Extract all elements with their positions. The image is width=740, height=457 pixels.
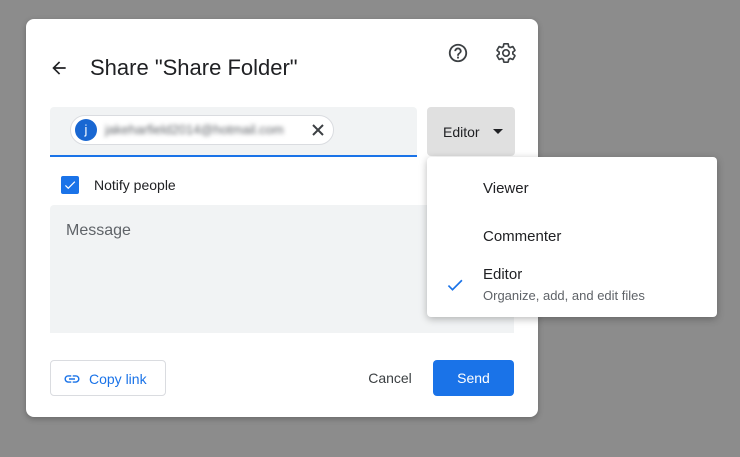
role-select-value: Editor (443, 124, 480, 140)
menu-item-label: Viewer (483, 180, 529, 197)
cancel-button[interactable]: Cancel (358, 360, 422, 396)
menu-item-description: Organize, add, and edit files (483, 288, 645, 303)
caret-down-icon (493, 129, 503, 134)
menu-item-label: Commenter (483, 228, 562, 245)
back-button[interactable] (46, 55, 72, 81)
close-icon (312, 124, 324, 136)
menu-item-label: Editor (483, 266, 523, 283)
remove-recipient-button[interactable] (309, 121, 327, 139)
recipient-input[interactable]: j jakeharfield2014@hotmail.com (50, 107, 417, 157)
dialog-title: Share "Share Folder" (90, 55, 298, 80)
check-icon (447, 279, 463, 291)
role-menu: Viewer Commenter Editor Organize, add, a… (427, 157, 717, 317)
arrow-back-icon (52, 61, 66, 75)
role-select[interactable]: Editor (427, 107, 515, 156)
recipient-email: jakeharfield2014@hotmail.com (105, 122, 284, 137)
notify-people-checkbox[interactable] (61, 176, 79, 194)
copy-link-label: Copy link (89, 371, 147, 387)
help-button[interactable] (444, 39, 472, 67)
settings-button[interactable] (492, 39, 520, 67)
checkmark-icon (64, 181, 76, 190)
link-icon (64, 375, 80, 383)
gear-icon (496, 43, 516, 63)
copy-link-button[interactable]: Copy link (50, 360, 166, 396)
avatar: j (75, 119, 97, 141)
send-button[interactable]: Send (433, 360, 514, 396)
notify-people-label: Notify people (94, 177, 176, 193)
menu-item-editor[interactable]: Editor Organize, add, and edit files (427, 261, 717, 311)
menu-item-commenter[interactable]: Commenter (427, 219, 717, 255)
menu-item-viewer[interactable]: Viewer (427, 171, 717, 207)
recipient-chip[interactable]: j jakeharfield2014@hotmail.com (70, 115, 334, 145)
help-circle-icon (448, 43, 468, 63)
